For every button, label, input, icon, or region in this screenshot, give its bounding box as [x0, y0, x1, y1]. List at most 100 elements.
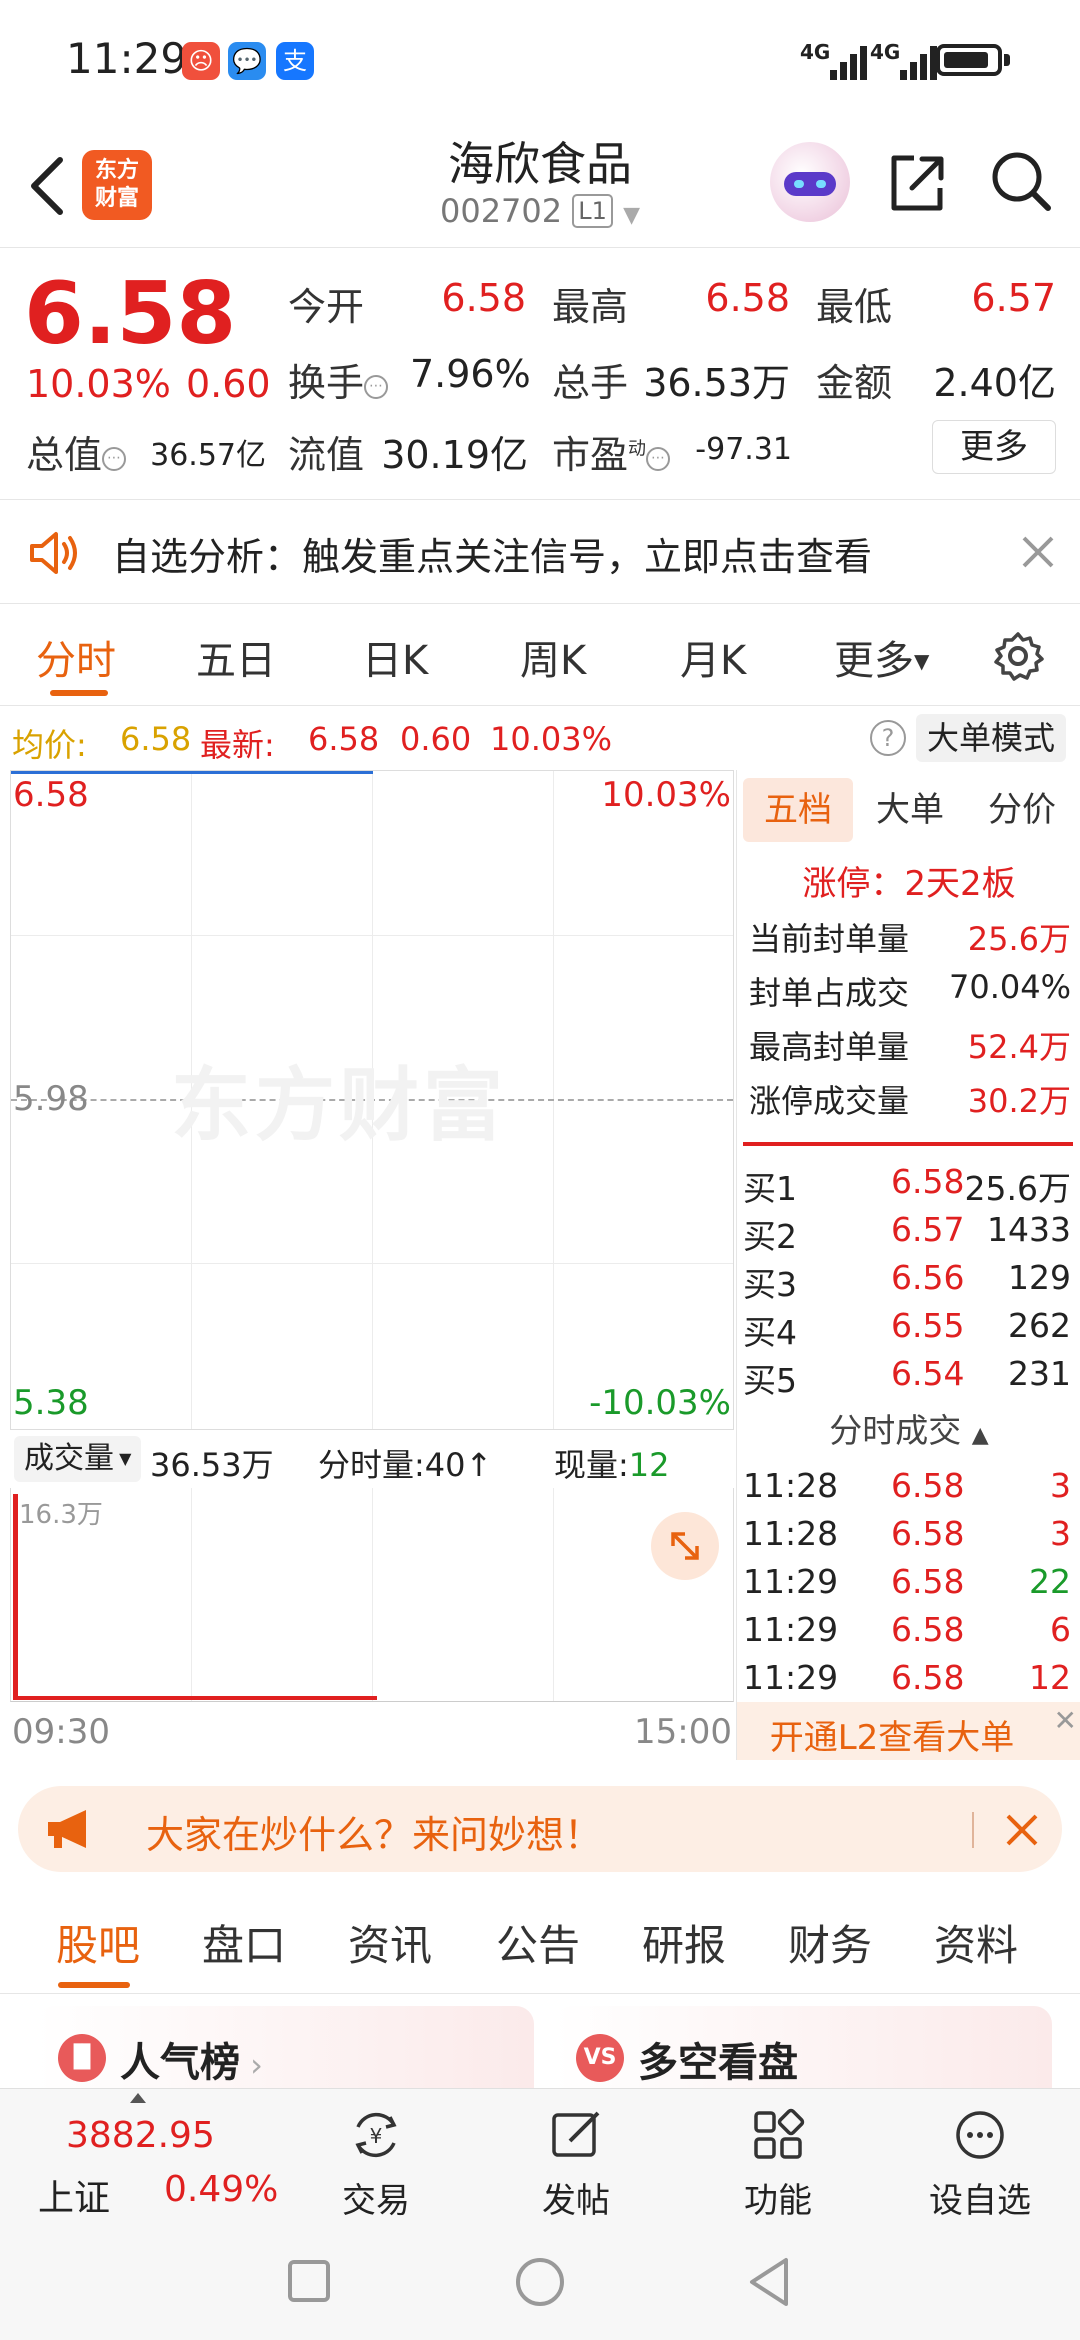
battery-icon: [936, 44, 1002, 76]
tab-order-book[interactable]: 盘口: [202, 1912, 286, 1973]
expand-icon[interactable]: [651, 1512, 719, 1580]
help-icon[interactable]: ?: [870, 720, 906, 756]
ticks-title[interactable]: 分时成交 ▲: [737, 1404, 1080, 1452]
tab-announcements[interactable]: 公告: [496, 1912, 580, 1973]
tab-profile[interactable]: 资料: [934, 1912, 1018, 1973]
popular-title: 人气榜 ›: [120, 2040, 263, 2086]
share-icon[interactable]: [884, 150, 950, 216]
level-badge: L1: [572, 194, 613, 228]
tab-monthly-k[interactable]: 月K: [680, 628, 746, 686]
search-icon[interactable]: [988, 148, 1054, 214]
index-quote[interactable]: 3882.95 上证 0.49%: [0, 2089, 280, 2225]
trade-icon: ¥: [355, 2112, 397, 2158]
float-value: 30.19亿: [381, 433, 528, 477]
active-tab-indicator: [50, 690, 108, 696]
avg-label: 均价:: [12, 726, 87, 764]
low-value: 6.57: [971, 276, 1056, 320]
turnover-label: 换手 ⋯: [288, 352, 389, 407]
tab-five-day[interactable]: 五日: [196, 628, 276, 686]
tab-news[interactable]: 资讯: [348, 1912, 432, 1973]
index-percent: 0.49%: [164, 2169, 279, 2210]
close-icon[interactable]: ✕: [1054, 1704, 1077, 1737]
notice-banner[interactable]: 自选分析：触发重点关注信号，立即点击查看: [0, 500, 1080, 604]
nav-add-watchlist[interactable]: 设自选: [910, 2099, 1050, 2225]
tab-more[interactable]: 更多▼: [834, 628, 929, 686]
l2-upgrade-banner[interactable]: 开通L2查看大单 ✕: [737, 1702, 1080, 1760]
chart-bar-icon: ▐▌: [58, 2034, 106, 2082]
vs-icon: VS: [576, 2034, 624, 2082]
info-icon[interactable]: ⋯: [364, 375, 389, 399]
chevron-right-icon: ›: [240, 2046, 263, 2084]
gear-icon[interactable]: [992, 630, 1044, 682]
nav-post[interactable]: 发帖: [506, 2099, 646, 2225]
info-icon[interactable]: ⋯: [102, 447, 127, 471]
change-percent: 10.03%: [26, 362, 171, 406]
more-button[interactable]: 更多: [932, 420, 1056, 474]
nav-trade[interactable]: ¥ 交易: [306, 2099, 446, 2225]
watermark: 东方财富: [171, 1059, 507, 1152]
edit-icon: [552, 2111, 600, 2157]
tab-price-distribution[interactable]: 分价: [967, 778, 1077, 842]
divider: [743, 1142, 1073, 1146]
system-nav-bar: [0, 2224, 1080, 2340]
message-notification-icon: 💬: [228, 42, 266, 80]
volume-chart[interactable]: 16.3万: [10, 1488, 734, 1702]
ask-banner[interactable]: 大家在炒什么？来问妙想！: [18, 1786, 1062, 1872]
signal-icon: 4G: [800, 40, 867, 80]
tab-big-orders[interactable]: 大单: [855, 778, 965, 842]
tab-five-levels[interactable]: 五档: [743, 778, 853, 842]
back-icon[interactable]: [746, 2256, 792, 2308]
last-percent: 10.03%: [490, 720, 613, 758]
tab-forum[interactable]: 股吧: [56, 1912, 140, 1973]
tab-research[interactable]: 研报: [642, 1912, 726, 1973]
caret-up-icon: ▲: [971, 1423, 989, 1448]
tab-intraday[interactable]: 分时: [36, 628, 116, 686]
volume-label: 总手: [552, 361, 629, 405]
last-value: 6.58: [308, 720, 380, 758]
ai-assistant-avatar[interactable]: [770, 142, 850, 222]
tab-weekly-k[interactable]: 周K: [520, 628, 586, 686]
high-label: 最高: [552, 285, 629, 329]
change-amount: 0.60: [186, 362, 271, 406]
current-volume: 现量:12: [554, 1446, 670, 1484]
status-time: 11:29: [66, 34, 188, 83]
volume-bars: [17, 1696, 377, 1700]
index-value: 3882.95: [66, 2115, 215, 2156]
grid-icon: [754, 2108, 805, 2159]
amount-label: 金额: [816, 361, 893, 405]
home-icon[interactable]: [514, 2256, 566, 2308]
y-mid-label: 5.98: [13, 1079, 89, 1119]
big-order-mode-button[interactable]: 大单模式: [916, 714, 1066, 762]
turnover-value: 7.96%: [410, 352, 531, 396]
speaker-icon: [30, 532, 77, 574]
order-book-panel: 五档 大单 分价 涨停：2天2板 当前封单量 25.6万 封单占成交 70.04% …: [736, 770, 1080, 1760]
volume-selector[interactable]: 成交量 ▼: [14, 1436, 142, 1482]
close-icon[interactable]: [1016, 530, 1060, 574]
open-label: 今开: [288, 285, 365, 329]
bull-bear-title: 多空看盘: [638, 2040, 798, 2086]
app-notification-icon: ☹: [182, 42, 220, 80]
time-end: 15:00: [634, 1712, 732, 1752]
nav-trade-label: 交易: [342, 2181, 410, 2221]
alipay-notification-icon: 支: [276, 42, 314, 80]
price-line: [11, 771, 373, 774]
amount-value: 2.40亿: [933, 361, 1056, 405]
pct-top-label: 10.03%: [601, 775, 731, 815]
tab-financials[interactable]: 财务: [788, 1912, 872, 1973]
quote-panel: 6.58 10.03% 0.60 今开 6.58 最高 6.58 最低 6.57…: [0, 248, 1080, 500]
nav-functions-label: 功能: [744, 2181, 812, 2221]
nav-functions[interactable]: 功能: [708, 2099, 848, 2225]
pe-label: 市盈动 ⋯: [552, 424, 671, 479]
notice-text: 自选分析：触发重点关注信号，立即点击查看: [112, 535, 873, 579]
volume-max-label: 16.3万: [19, 1500, 103, 1530]
close-icon[interactable]: [1002, 1810, 1042, 1850]
pe-value: -97.31: [695, 432, 792, 467]
tab-daily-k[interactable]: 日K: [362, 628, 428, 686]
intraday-chart[interactable]: 东方财富 6.58 5.98 5.38 10.03% -10.03%: [10, 770, 734, 1430]
volume-bar: [13, 1494, 18, 1700]
recent-apps-icon[interactable]: [286, 2258, 332, 2304]
info-icon[interactable]: ⋯: [646, 447, 671, 471]
index-name: 上证: [38, 2178, 111, 2219]
l2-upgrade-text: 开通L2查看大单: [769, 1718, 1015, 1758]
stock-code: 002702: [439, 192, 563, 230]
